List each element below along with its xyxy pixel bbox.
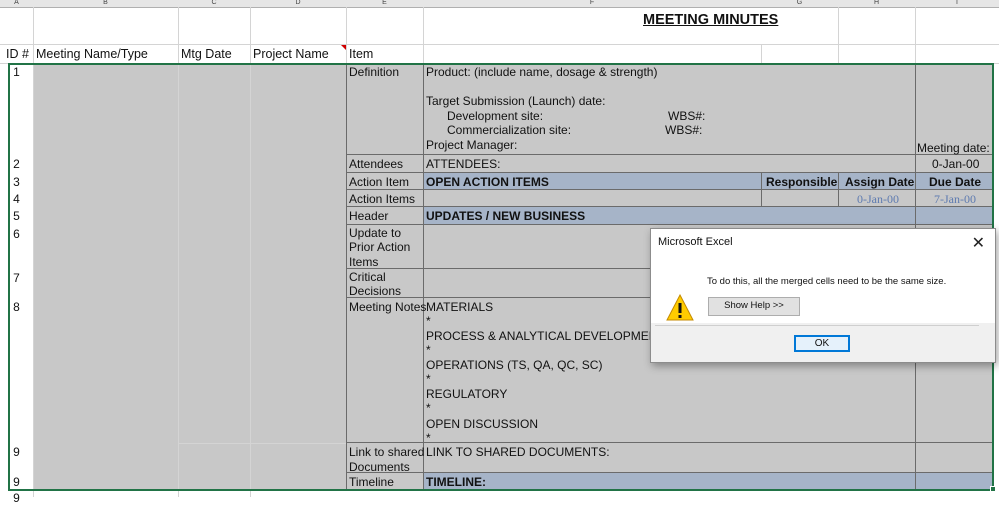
notes-bullet: * bbox=[426, 314, 431, 328]
column-header-a[interactable]: A bbox=[0, 0, 34, 8]
comment-indicator[interactable] bbox=[341, 45, 346, 50]
item-action-item[interactable]: Action Item bbox=[349, 175, 409, 189]
column-header-i[interactable]: I bbox=[915, 0, 999, 8]
header-meeting-name: Meeting Name/Type bbox=[36, 47, 148, 61]
notes-process[interactable]: PROCESS & ANALYTICAL DEVELOPMENT bbox=[426, 329, 665, 343]
fill-handle[interactable] bbox=[990, 486, 996, 492]
row-number: 9 bbox=[13, 475, 20, 489]
header-mtg-date: Mtg Date bbox=[181, 47, 232, 61]
column-header-e[interactable]: E bbox=[346, 0, 424, 8]
item-header[interactable]: Header bbox=[349, 209, 388, 223]
row-number: 2 bbox=[13, 157, 20, 171]
timeline-header[interactable]: TIMELINE: bbox=[426, 475, 486, 489]
gridline bbox=[915, 7, 916, 64]
item-link-line2[interactable]: Documents bbox=[349, 460, 410, 474]
notes-bullet: * bbox=[426, 401, 431, 415]
definition-target-submission[interactable]: Target Submission (Launch) date: bbox=[426, 94, 605, 108]
column-header-g[interactable]: G bbox=[761, 0, 839, 8]
gridline bbox=[0, 44, 999, 45]
dialog-separator bbox=[655, 325, 979, 326]
notes-bullet: * bbox=[426, 343, 431, 357]
dialog-body: To do this, all the merged cells need to… bbox=[651, 257, 995, 323]
notes-regulatory[interactable]: REGULATORY bbox=[426, 387, 507, 401]
attendees-date[interactable]: 0-Jan-00 bbox=[932, 157, 979, 171]
dialog-message: To do this, all the merged cells need to… bbox=[707, 276, 947, 287]
definition-meeting-date-label[interactable]: Meeting date: bbox=[917, 141, 990, 155]
item-timeline[interactable]: Timeline bbox=[349, 475, 394, 489]
header-item: Item bbox=[349, 47, 374, 61]
gridline bbox=[761, 44, 762, 64]
item-update-line3[interactable]: Items bbox=[349, 255, 378, 269]
notes-materials[interactable]: MATERIALS bbox=[426, 300, 493, 314]
row-number: 7 bbox=[13, 271, 20, 285]
definition-product[interactable]: Product: (include name, dosage & strengt… bbox=[426, 65, 657, 79]
row-number: 1 bbox=[13, 65, 20, 79]
header-id: ID # bbox=[6, 47, 29, 61]
definition-development-site[interactable]: Development site: bbox=[447, 109, 543, 123]
ok-button[interactable]: OK bbox=[794, 335, 850, 352]
row-number: 8 bbox=[13, 300, 20, 314]
notes-bullet: * bbox=[426, 431, 431, 445]
due-date-value[interactable]: 7-Jan-00 bbox=[934, 192, 976, 206]
item-update-line2[interactable]: Prior Action bbox=[349, 240, 410, 254]
row-number: 6 bbox=[13, 227, 20, 241]
item-meeting-notes[interactable]: Meeting Notes bbox=[349, 300, 426, 314]
item-critical-line1[interactable]: Critical bbox=[349, 270, 386, 284]
definition-commercialization-site[interactable]: Commercialization site: bbox=[447, 123, 571, 137]
notes-bullet: * bbox=[426, 372, 431, 386]
definition-wbs-2[interactable]: WBS#: bbox=[665, 123, 702, 137]
row-number: 5 bbox=[13, 209, 20, 223]
column-header-c[interactable]: C bbox=[178, 0, 251, 8]
column-header-f[interactable]: F bbox=[423, 0, 762, 8]
header-project-name: Project Name bbox=[253, 47, 329, 61]
item-attendees[interactable]: Attendees bbox=[349, 157, 403, 171]
notes-operations[interactable]: OPERATIONS (TS, QA, QC, SC) bbox=[426, 358, 602, 372]
item-link-line1[interactable]: Link to shared bbox=[349, 445, 424, 459]
item-action-items[interactable]: Action Items bbox=[349, 192, 415, 206]
assign-date-value[interactable]: 0-Jan-00 bbox=[857, 192, 899, 206]
link-shared-documents[interactable]: LINK TO SHARED DOCUMENTS: bbox=[426, 445, 610, 459]
warning-icon bbox=[666, 294, 694, 321]
notes-open-discussion[interactable]: OPEN DISCUSSION bbox=[426, 417, 538, 431]
item-definition[interactable]: Definition bbox=[349, 65, 399, 79]
item-critical-line2[interactable]: Decisions bbox=[349, 284, 401, 298]
item-update-line1[interactable]: Update to bbox=[349, 226, 401, 240]
assign-date-label[interactable]: Assign Date bbox=[845, 175, 914, 189]
row-number: 4 bbox=[13, 192, 20, 206]
gridline bbox=[423, 7, 424, 64]
responsible-label[interactable]: Responsible bbox=[766, 175, 837, 189]
definition-wbs-1[interactable]: WBS#: bbox=[668, 109, 705, 123]
column-header-d[interactable]: D bbox=[250, 0, 347, 8]
updates-header[interactable]: UPDATES / NEW BUSINESS bbox=[426, 209, 585, 223]
row-number: 9 bbox=[13, 491, 20, 505]
gridline bbox=[346, 7, 347, 64]
row-number: 9 bbox=[13, 445, 20, 459]
row-number: 3 bbox=[13, 175, 20, 189]
definition-project-manager[interactable]: Project Manager: bbox=[426, 138, 517, 152]
show-help-button[interactable]: Show Help >> bbox=[708, 297, 800, 316]
dialog-title: Microsoft Excel bbox=[658, 236, 733, 248]
gridline bbox=[838, 7, 839, 64]
close-icon[interactable]: ✕ bbox=[972, 233, 985, 253]
column-header-h[interactable]: H bbox=[838, 0, 916, 8]
sheet-title: MEETING MINUTES bbox=[643, 12, 779, 28]
attendees-label[interactable]: ATTENDEES: bbox=[426, 157, 500, 171]
excel-dialog: Microsoft Excel ✕ To do this, all the me… bbox=[650, 228, 996, 363]
dialog-titlebar[interactable]: Microsoft Excel ✕ bbox=[651, 229, 995, 257]
open-action-items-label[interactable]: OPEN ACTION ITEMS bbox=[426, 175, 549, 189]
column-header-b[interactable]: B bbox=[33, 0, 179, 8]
due-date-label[interactable]: Due Date bbox=[929, 175, 981, 189]
